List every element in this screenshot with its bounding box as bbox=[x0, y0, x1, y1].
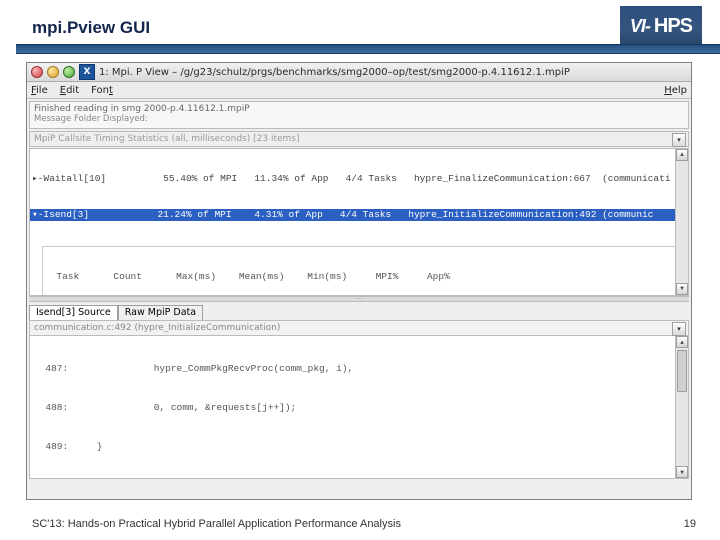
scroll-down-icon[interactable]: ▼ bbox=[676, 283, 688, 295]
pane-splitter[interactable]: ···· bbox=[29, 296, 689, 302]
stats-scrollbar[interactable]: ▲ ▼ bbox=[675, 149, 688, 295]
status-line-1: Finished reading in smg 2000-p.4.11612.1… bbox=[34, 104, 684, 114]
tab-raw-data[interactable]: Raw MpiP Data bbox=[118, 305, 203, 321]
scroll-up-icon[interactable]: ▲ bbox=[676, 336, 688, 348]
source-code-view[interactable]: 487: hypre_CommPkgRecvProc(comm_pkg, i),… bbox=[29, 336, 689, 479]
source-scrollbar[interactable]: ▲ ▼ bbox=[675, 336, 688, 478]
vihps-logo: VI- HPS bbox=[620, 6, 702, 46]
table-row-selected[interactable]: ▾-Isend[3] 21.24% of MPI 4.31% of App 4/… bbox=[30, 209, 688, 221]
source-line[interactable]: 487: hypre_CommPkgRecvProc(comm_pkg, i), bbox=[30, 362, 688, 375]
stats-header-label: MpiP Callsite Timing Statistics (all, mi… bbox=[34, 134, 300, 144]
titlebar[interactable]: X 1: Mpi. P View – /g/g23/schulz/prgs/be… bbox=[27, 63, 691, 82]
status-line-2: Message Folder Displayed: bbox=[34, 114, 684, 124]
logo-left: VI- bbox=[630, 16, 650, 37]
menubar: File Edit Font Help bbox=[27, 82, 691, 99]
scroll-thumb[interactable] bbox=[677, 350, 687, 392]
slide-title: mpi.Pview GUI bbox=[32, 18, 150, 38]
menu-edit[interactable]: Edit bbox=[60, 85, 79, 96]
stats-header-dropdown[interactable]: MpiP Callsite Timing Statistics (all, mi… bbox=[29, 131, 689, 147]
close-icon[interactable] bbox=[31, 66, 43, 78]
logo-right: HPS bbox=[654, 15, 692, 38]
window-title: 1: Mpi. P View – /g/g23/schulz/prgs/benc… bbox=[99, 67, 570, 78]
scroll-up-icon[interactable]: ▲ bbox=[676, 149, 688, 161]
scroll-down-icon[interactable]: ▼ bbox=[676, 466, 688, 478]
scroll-track[interactable] bbox=[676, 348, 688, 466]
tab-source[interactable]: Isend[3] Source bbox=[29, 305, 118, 321]
source-line[interactable]: 488: 0, comm, &requests[j++]); bbox=[30, 401, 688, 414]
source-location-label: communication.c:492 (hypre_InitializeCom… bbox=[34, 323, 280, 333]
source-location-dropdown[interactable]: communication.c:492 (hypre_InitializeCom… bbox=[29, 320, 689, 336]
chevron-down-icon[interactable]: ▾ bbox=[672, 133, 686, 147]
zoom-icon[interactable] bbox=[63, 66, 75, 78]
source-line[interactable]: 489: } bbox=[30, 440, 688, 453]
minimize-icon[interactable] bbox=[47, 66, 59, 78]
status-banner: Finished reading in smg 2000-p.4.11612.1… bbox=[29, 101, 689, 129]
page-number: 19 bbox=[684, 518, 696, 530]
source-tabs: Isend[3] Source Raw MpiP Data bbox=[29, 304, 689, 320]
menu-help[interactable]: Help bbox=[664, 85, 687, 96]
table-row[interactable]: ▸-Waitall[10] 55.40% of MPI 11.34% of Ap… bbox=[30, 173, 688, 185]
chevron-down-icon[interactable]: ▾ bbox=[672, 322, 686, 336]
app-icon: X bbox=[79, 64, 95, 80]
callsite-stats-table[interactable]: ▸-Waitall[10] 55.40% of MPI 11.34% of Ap… bbox=[29, 148, 689, 296]
menu-file[interactable]: File bbox=[31, 85, 48, 96]
detail-header: Task Count Max(ms) Mean(ms) Min(ms) MPI%… bbox=[43, 271, 675, 283]
slide-header: mpi.Pview GUI VI- HPS bbox=[0, 0, 720, 54]
slide-footer: SC'13: Hands-on Practical Hybrid Paralle… bbox=[32, 518, 696, 530]
mpipview-window: X 1: Mpi. P View – /g/g23/schulz/prgs/be… bbox=[26, 62, 692, 500]
header-divider bbox=[16, 44, 720, 54]
footer-text: SC'13: Hands-on Practical Hybrid Paralle… bbox=[32, 518, 401, 530]
menu-font[interactable]: Font bbox=[91, 85, 113, 96]
task-detail-table: Task Count Max(ms) Mean(ms) Min(ms) MPI%… bbox=[42, 246, 676, 296]
